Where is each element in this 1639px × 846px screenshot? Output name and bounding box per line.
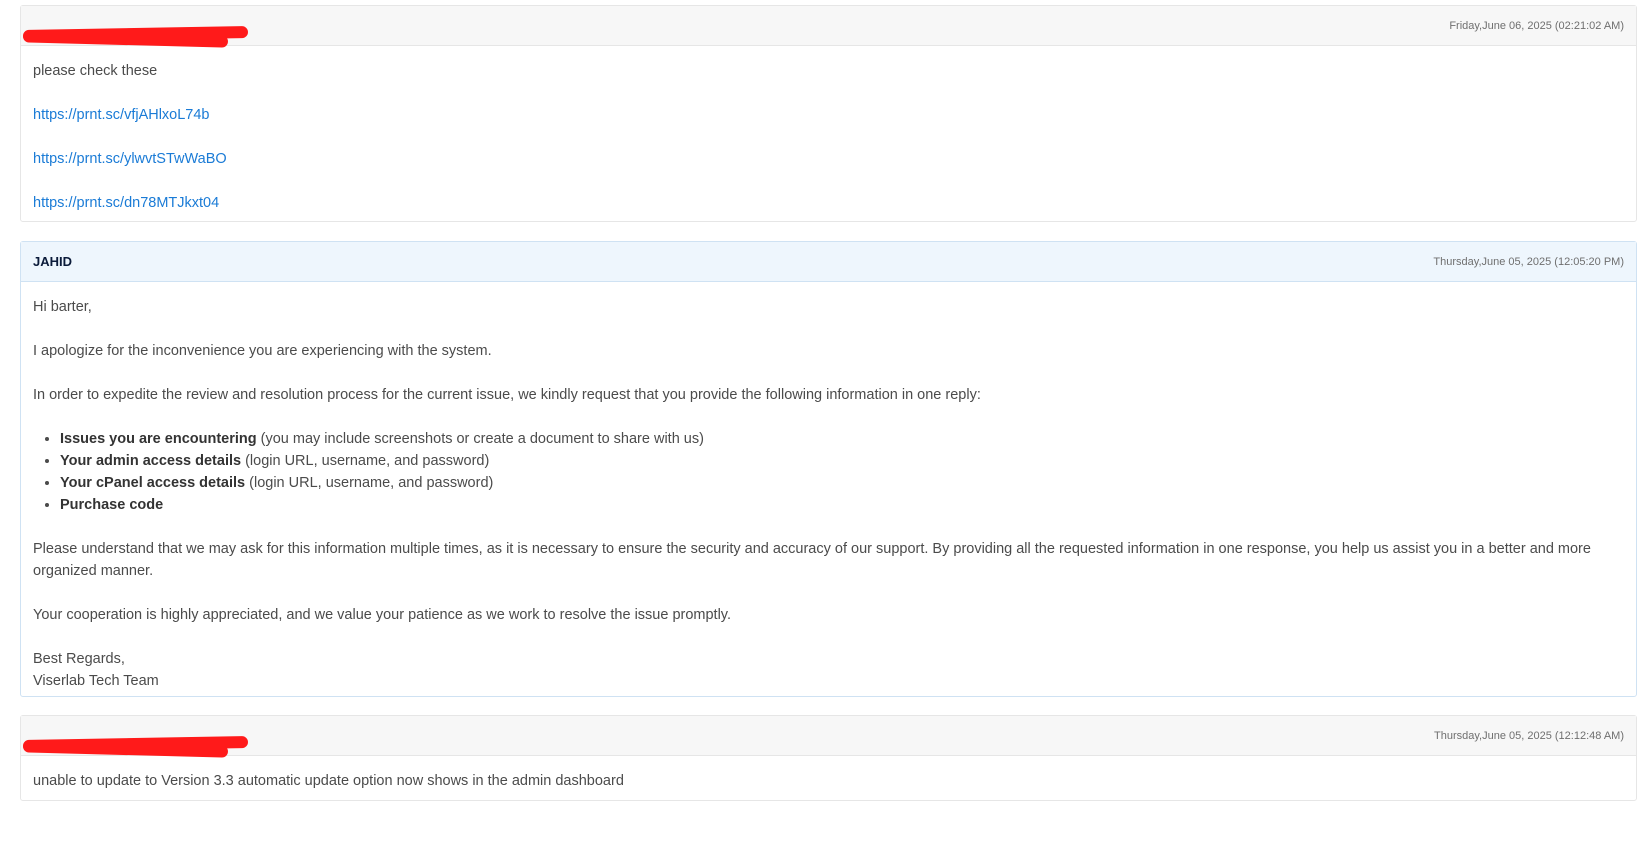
message-card-customer-1: Friday,June 06, 2025 (02:21:02 AM) pleas… [20, 5, 1637, 222]
message-body: please check these https://prnt.sc/vfjAH… [21, 46, 1636, 226]
author-name: JAHID [33, 254, 73, 269]
requested-info-list: Issues you are encountering (you may inc… [33, 428, 1624, 516]
list-item: Your admin access details (login URL, us… [60, 450, 1624, 472]
message-timestamp: Friday,June 06, 2025 (02:21:02 AM) [1449, 19, 1624, 32]
screenshot-link[interactable]: https://prnt.sc/ylwvtSTwWaBO [33, 151, 227, 167]
message-card-staff: JAHID Thursday,June 05, 2025 (12:05:20 P… [20, 241, 1637, 697]
message-body: unable to update to Version 3.3 automati… [21, 756, 1636, 804]
message-header: Friday,June 06, 2025 (02:21:02 AM) [21, 6, 1636, 48]
list-item: Purchase code [60, 494, 1624, 516]
ticket-thread: Friday,June 06, 2025 (02:21:02 AM) pleas… [0, 0, 1639, 846]
message-greeting: Hi barter, [33, 299, 92, 315]
message-header: Thursday,June 05, 2025 (12:12:48 AM) [21, 716, 1636, 758]
message-text: please check these [33, 63, 158, 79]
message-text: unable to update to Version 3.3 automati… [33, 773, 624, 789]
screenshot-link[interactable]: https://prnt.sc/vfjAHlxoL74b [33, 107, 210, 123]
message-body: Hi barter, I apologize for the inconveni… [21, 282, 1636, 704]
message-text: Your cooperation is highly appreciated, … [33, 607, 732, 623]
message-text: I apologize for the inconvenience you ar… [33, 343, 492, 359]
message-timestamp: Thursday,June 05, 2025 (12:05:20 PM) [1433, 255, 1624, 268]
list-item: Issues you are encountering (you may inc… [60, 428, 1624, 450]
message-timestamp: Thursday,June 05, 2025 (12:12:48 AM) [1434, 729, 1624, 742]
message-text: Please understand that we may ask for th… [33, 541, 1591, 579]
message-signoff: Best Regards, Viserlab Tech Team [33, 651, 159, 689]
message-header: JAHID Thursday,June 05, 2025 (12:05:20 P… [21, 242, 1636, 282]
message-card-customer-2: Thursday,June 05, 2025 (12:12:48 AM) una… [20, 715, 1637, 801]
message-text: In order to expedite the review and reso… [33, 387, 981, 403]
list-item: Your cPanel access details (login URL, u… [60, 472, 1624, 494]
screenshot-link[interactable]: https://prnt.sc/dn78MTJkxt04 [33, 195, 219, 211]
